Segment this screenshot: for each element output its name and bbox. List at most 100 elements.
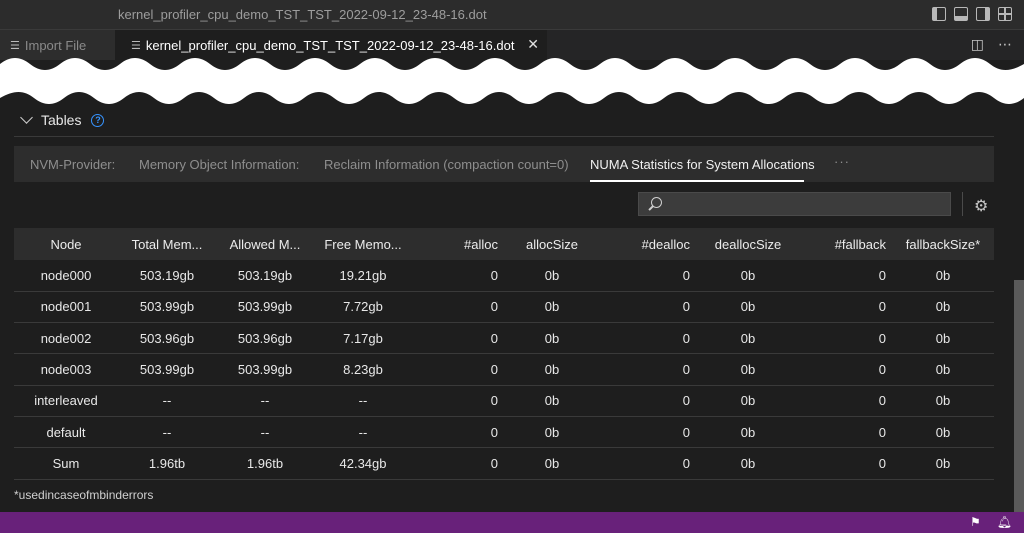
- cell-fallback: 0: [800, 260, 892, 292]
- close-icon[interactable]: ✕: [527, 36, 539, 53]
- cell-alloc-size: 0b: [504, 416, 600, 449]
- table-footnote: *usedincaseofmbinderrors: [14, 488, 154, 502]
- notifications-bell-icon[interactable]: 🔔︎: [997, 515, 1012, 529]
- cell-fallback-size: 0b: [892, 385, 994, 417]
- more-tabs-icon[interactable]: ···: [834, 154, 850, 169]
- lines-icon: ☰: [131, 39, 141, 52]
- cell-allowed-memory: 503.99gb: [216, 353, 314, 386]
- toggle-panel-icon[interactable]: [954, 7, 968, 21]
- cell-fallback-size: 0b: [892, 353, 994, 386]
- table-row[interactable]: node001 503.99gb 503.99gb 7.72gb 0 0b 0 …: [14, 291, 994, 324]
- vertical-scrollbar[interactable]: [1014, 280, 1024, 512]
- column-header-alloc-size[interactable]: allocSize: [504, 228, 600, 260]
- cell-dealloc-size: 0b: [696, 447, 800, 480]
- cell-node: node003: [14, 353, 118, 386]
- layout-controls: [932, 7, 1012, 21]
- cell-fallback-size: 0b: [892, 416, 994, 449]
- cell-free-memory: 8.23gb: [314, 353, 412, 386]
- table-search-input[interactable]: [638, 192, 951, 216]
- cell-total-memory: --: [118, 385, 216, 417]
- column-header-allowed-memory[interactable]: Allowed M...: [216, 228, 314, 260]
- cell-node: node000: [14, 260, 118, 292]
- cell-dealloc: 0: [600, 322, 696, 355]
- section-title: Tables: [41, 112, 82, 128]
- active-tab-indicator: [590, 180, 804, 182]
- column-header-total-memory[interactable]: Total Mem...: [118, 228, 216, 260]
- column-header-fallback[interactable]: #fallback: [800, 228, 892, 260]
- cell-dealloc-size: 0b: [696, 260, 800, 292]
- cell-alloc-size: 0b: [504, 260, 600, 292]
- cell-total-memory: 503.19gb: [118, 260, 216, 292]
- tab-reclaim-information[interactable]: Reclaim Information (compaction count=0): [324, 157, 569, 172]
- column-header-dealloc[interactable]: #dealloc: [600, 228, 696, 260]
- feedback-icon[interactable]: ⚑: [970, 515, 981, 529]
- cell-allowed-memory: --: [216, 416, 314, 449]
- table-row[interactable]: node000 503.19gb 503.19gb 19.21gb 0 0b 0…: [14, 260, 994, 292]
- numa-statistics-table: Node Total Mem... Allowed M... Free Memo…: [14, 228, 994, 480]
- table-row-sum[interactable]: Sum 1.96tb 1.96tb 42.34gb 0 0b 0 0b 0 0b: [14, 447, 994, 480]
- cell-total-memory: 503.99gb: [118, 291, 216, 324]
- toggle-primary-sidebar-icon[interactable]: [932, 7, 946, 21]
- cell-alloc: 0: [412, 260, 504, 292]
- more-actions-icon[interactable]: ⋯: [998, 36, 1012, 53]
- table-row[interactable]: node002 503.96gb 503.96gb 7.17gb 0 0b 0 …: [14, 322, 994, 355]
- cell-free-memory: 7.17gb: [314, 322, 412, 355]
- column-header-node[interactable]: Node: [14, 228, 118, 260]
- cell-fallback-size: 0b: [892, 447, 994, 480]
- tab-numa-statistics[interactable]: NUMA Statistics for System Allocations: [590, 157, 815, 172]
- cell-allowed-memory: 503.19gb: [216, 260, 314, 292]
- cell-dealloc: 0: [600, 416, 696, 449]
- column-header-dealloc-size[interactable]: deallocSize: [696, 228, 800, 260]
- cell-dealloc-size: 0b: [696, 322, 800, 355]
- customize-layout-icon[interactable]: [998, 7, 1012, 21]
- cell-dealloc: 0: [600, 385, 696, 417]
- status-bar: ⚑ 🔔︎: [0, 512, 1024, 533]
- cell-alloc-size: 0b: [504, 447, 600, 480]
- help-icon[interactable]: ?: [91, 113, 105, 127]
- cell-fallback: 0: [800, 416, 892, 449]
- cell-alloc: 0: [412, 416, 504, 449]
- tab-label: Import File: [24, 37, 87, 53]
- window-title: kernel_profiler_cpu_demo_TST_TST_2022-09…: [118, 7, 487, 22]
- table-row[interactable]: interleaved -- -- -- 0 0b 0 0b 0 0b: [14, 385, 994, 417]
- table-row[interactable]: node003 503.99gb 503.99gb 8.23gb 0 0b 0 …: [14, 353, 994, 386]
- column-header-free-memory[interactable]: Free Memo...: [314, 228, 412, 260]
- table-header-row: Node Total Mem... Allowed M... Free Memo…: [14, 228, 994, 260]
- cell-total-memory: --: [118, 416, 216, 449]
- column-header-fallback-size[interactable]: fallbackSize*: [892, 228, 994, 260]
- tab-nvm-provider[interactable]: NVM-Provider:: [30, 157, 115, 172]
- torn-edge-divider: [0, 58, 1024, 104]
- cell-fallback: 0: [800, 353, 892, 386]
- cell-node: node002: [14, 322, 118, 355]
- cell-allowed-memory: 503.99gb: [216, 291, 314, 324]
- chevron-down-icon[interactable]: [20, 111, 33, 124]
- cell-dealloc-size: 0b: [696, 385, 800, 417]
- cell-total-memory: 503.99gb: [118, 353, 216, 386]
- gear-icon[interactable]: ⚙: [974, 196, 988, 216]
- table-row[interactable]: default -- -- -- 0 0b 0 0b 0 0b: [14, 416, 994, 449]
- cell-free-memory: 42.34gb: [314, 447, 412, 480]
- split-editor-icon[interactable]: ◫: [971, 36, 984, 53]
- column-header-alloc[interactable]: #alloc: [412, 228, 504, 260]
- cell-fallback: 0: [800, 447, 892, 480]
- cell-node: Sum: [14, 447, 118, 480]
- cell-dealloc-size: 0b: [696, 416, 800, 449]
- cell-node: default: [14, 416, 118, 449]
- cell-dealloc: 0: [600, 447, 696, 480]
- title-bar: kernel_profiler_cpu_demo_TST_TST_2022-09…: [0, 0, 1024, 30]
- toolbar-separator: [962, 192, 963, 216]
- cell-alloc: 0: [412, 447, 504, 480]
- cell-node: node001: [14, 291, 118, 324]
- cell-free-memory: 19.21gb: [314, 260, 412, 292]
- cell-fallback-size: 0b: [892, 322, 994, 355]
- cell-free-memory: --: [314, 385, 412, 417]
- tab-label: kernel_profiler_cpu_demo_TST_TST_2022-09…: [145, 37, 515, 53]
- section-divider: [14, 136, 994, 137]
- cell-total-memory: 503.96gb: [118, 322, 216, 355]
- cell-alloc: 0: [412, 322, 504, 355]
- tab-memory-object-information[interactable]: Memory Object Information:: [139, 157, 299, 172]
- tables-section-header[interactable]: Tables ?: [20, 111, 105, 128]
- toggle-secondary-sidebar-icon[interactable]: [976, 7, 990, 21]
- cell-fallback: 0: [800, 385, 892, 417]
- cell-allowed-memory: 1.96tb: [216, 447, 314, 480]
